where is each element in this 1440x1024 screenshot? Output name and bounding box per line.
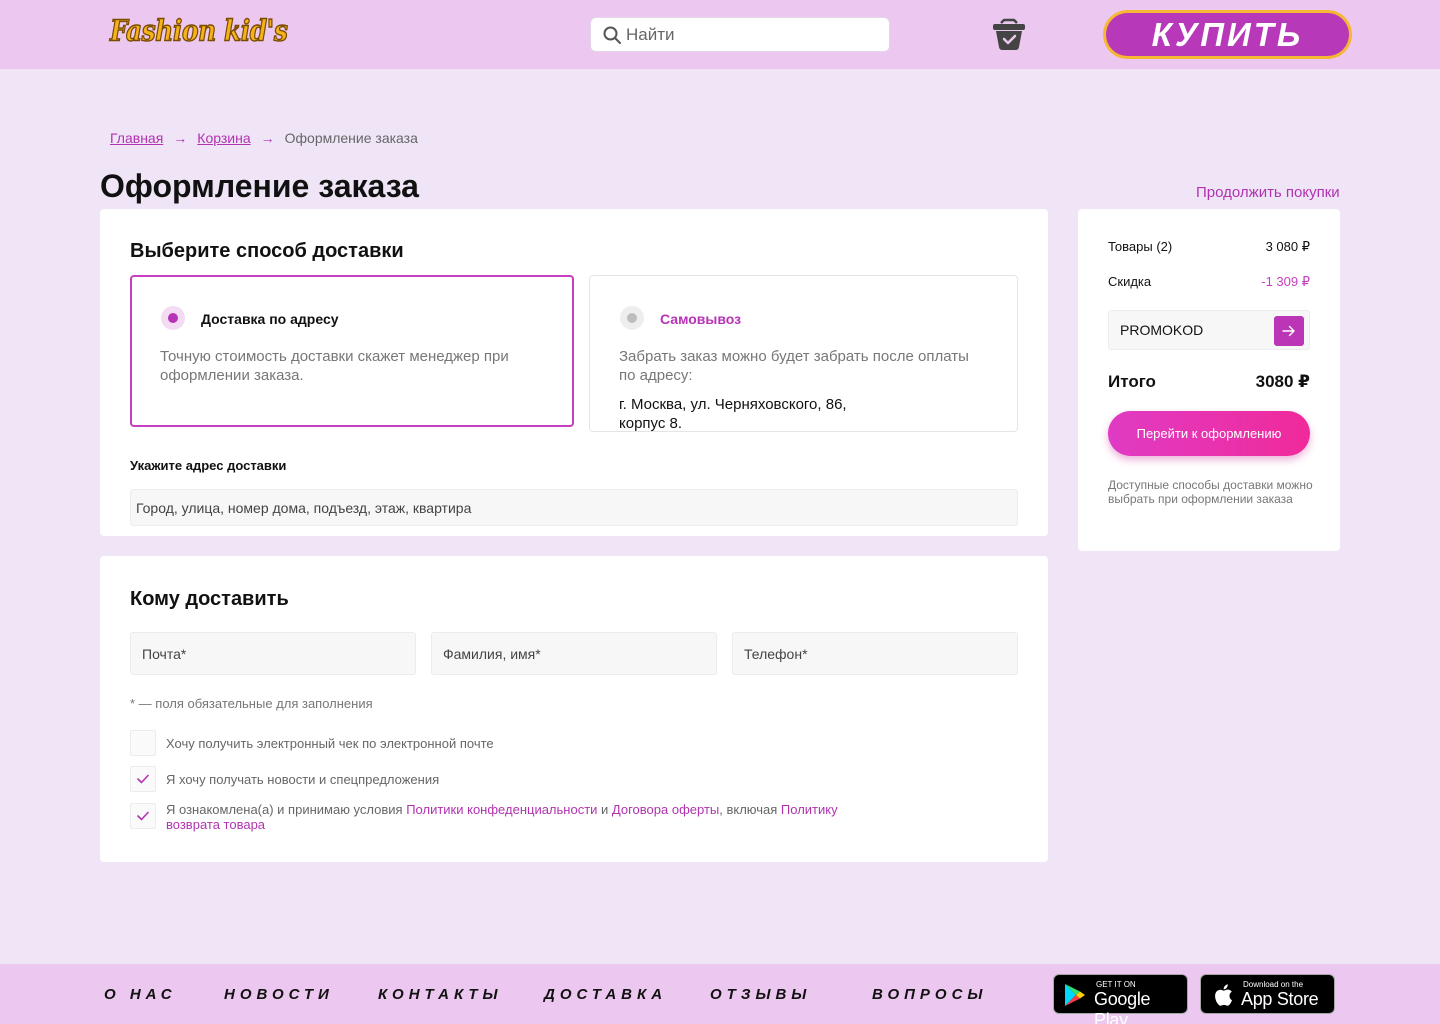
- search-icon: [603, 26, 621, 44]
- google-play-badge[interactable]: GET IT ON Google Play: [1053, 974, 1188, 1024]
- delivery-card: Выберите способ доставки Доставка по адр…: [100, 209, 1048, 536]
- buy-button-label: КУПИТЬ: [1106, 13, 1349, 56]
- total-value: 3080 ₽: [1255, 372, 1310, 391]
- delivery-info-note: Доступные способы доставки можно выбрать…: [1108, 478, 1313, 506]
- footer: О НАС НОВОСТИ КОНТАКТЫ ДОСТАВКА ОТЗЫВЫ В…: [0, 964, 1440, 1024]
- breadcrumb-current: Оформление заказа: [284, 130, 418, 146]
- summary-items-row: Товары (2) 3 080 ₽: [1108, 239, 1310, 255]
- privacy-policy-link[interactable]: Политики конфеденциальности: [406, 802, 597, 817]
- option-address-title: Доставка по адресу: [201, 311, 339, 327]
- delivery-option-address[interactable]: Доставка по адресу Точную стоимость дост…: [130, 275, 574, 427]
- receipt-checkbox-label: Хочу получить электронный чек по электро…: [166, 736, 494, 751]
- summary-total-row: Итого 3080 ₽: [1108, 372, 1310, 392]
- news-checkbox-label: Я хочу получать новости и спецпредложени…: [166, 772, 440, 787]
- header: Fashion kid's КУПИТЬ: [0, 0, 1440, 69]
- basket-icon: [993, 18, 1025, 50]
- option-pickup-description: Забрать заказ можно будет забрать после …: [619, 348, 969, 384]
- phone-field[interactable]: [732, 632, 1018, 675]
- email-field[interactable]: [130, 632, 416, 675]
- footer-link-about[interactable]: О НАС: [104, 986, 177, 1003]
- footer-link-news[interactable]: НОВОСТИ: [224, 986, 334, 1003]
- receipt-checkbox[interactable]: [130, 730, 156, 756]
- consent-text: , включая: [719, 802, 781, 817]
- app-store-small-text: Download on the: [1243, 980, 1304, 989]
- search-input[interactable]: [626, 18, 876, 51]
- promo-input[interactable]: [1120, 311, 1270, 349]
- app-store-badge[interactable]: Download on the App Store: [1200, 974, 1335, 1014]
- items-label: Товары (2): [1108, 239, 1173, 254]
- address-input[interactable]: [130, 489, 1018, 526]
- arrow-right-icon: →: [260, 130, 275, 146]
- footer-link-questions[interactable]: ВОПРОСЫ: [872, 986, 987, 1003]
- logo[interactable]: Fashion kid's: [109, 13, 288, 48]
- consent-text: и: [597, 802, 612, 817]
- checkmark-icon: [137, 774, 149, 784]
- discount-value: -1 309 ₽: [1261, 274, 1310, 289]
- address-field-label: Укажите адрес доставки: [130, 458, 287, 473]
- recipient-section-title: Кому доставить: [130, 588, 289, 610]
- total-label: Итого: [1108, 372, 1156, 391]
- recipient-card: Кому доставить * — поля обязательные для…: [100, 556, 1048, 862]
- google-play-small-text: GET IT ON: [1096, 980, 1136, 989]
- checkout-button[interactable]: Перейти к оформлению: [1108, 411, 1310, 456]
- apple-icon: [1215, 984, 1232, 1006]
- radio-pickup[interactable]: [620, 306, 644, 330]
- consent-text: Я ознакомлена(а) и принимаю условия: [166, 802, 407, 817]
- option-pickup-title: Самовывоз: [660, 311, 742, 327]
- search-bar: [590, 17, 890, 52]
- consent-checkbox[interactable]: [130, 803, 156, 829]
- continue-shopping-link[interactable]: Продолжить покупки: [1196, 184, 1340, 201]
- cart-button[interactable]: [991, 17, 1027, 53]
- arrow-right-icon: [1282, 325, 1295, 337]
- radio-address[interactable]: [161, 306, 185, 330]
- google-play-big-text: Google Play: [1094, 989, 1151, 1024]
- summary-discount-row: Скидка -1 309 ₽: [1108, 274, 1310, 290]
- checkmark-icon: [137, 811, 149, 821]
- offer-agreement-link[interactable]: Договора оферты: [612, 802, 719, 817]
- page-title: Оформление заказа: [100, 168, 419, 204]
- breadcrumb-cart-link[interactable]: Корзина: [197, 130, 250, 146]
- delivery-option-pickup[interactable]: Самовывоз Забрать заказ можно будет забр…: [589, 275, 1018, 432]
- breadcrumb-home-link[interactable]: Главная: [110, 130, 163, 146]
- footer-link-delivery[interactable]: ДОСТАВКА: [544, 986, 667, 1003]
- footer-link-reviews[interactable]: ОТЗЫВЫ: [710, 986, 811, 1003]
- buy-button[interactable]: КУПИТЬ: [1103, 10, 1352, 59]
- delivery-section-title: Выберите способ доставки: [130, 240, 404, 262]
- promo-box: [1108, 310, 1310, 350]
- required-fields-note: * — поля обязательные для заполнения: [130, 696, 373, 711]
- footer-link-contacts[interactable]: КОНТАКТЫ: [378, 986, 503, 1003]
- pickup-address: г. Москва, ул. Черняховского, 86, корпус…: [619, 396, 847, 432]
- order-summary-card: Товары (2) 3 080 ₽ Скидка -1 309 ₽ Итого…: [1078, 209, 1340, 551]
- news-checkbox[interactable]: [130, 766, 156, 792]
- consent-label: Я ознакомлена(а) и принимаю условия Поли…: [166, 802, 866, 832]
- option-address-description: Точную стоимость доставки скажет менедже…: [160, 348, 509, 384]
- google-play-icon: [1065, 984, 1085, 1006]
- items-value: 3 080 ₽: [1265, 239, 1310, 254]
- app-store-big-text: App Store: [1241, 989, 1319, 1009]
- discount-label: Скидка: [1108, 274, 1152, 289]
- name-field[interactable]: [431, 632, 717, 675]
- promo-apply-button[interactable]: [1274, 316, 1304, 346]
- arrow-right-icon: →: [173, 130, 188, 146]
- breadcrumb: Главная → Корзина → Оформление заказа: [110, 130, 418, 146]
